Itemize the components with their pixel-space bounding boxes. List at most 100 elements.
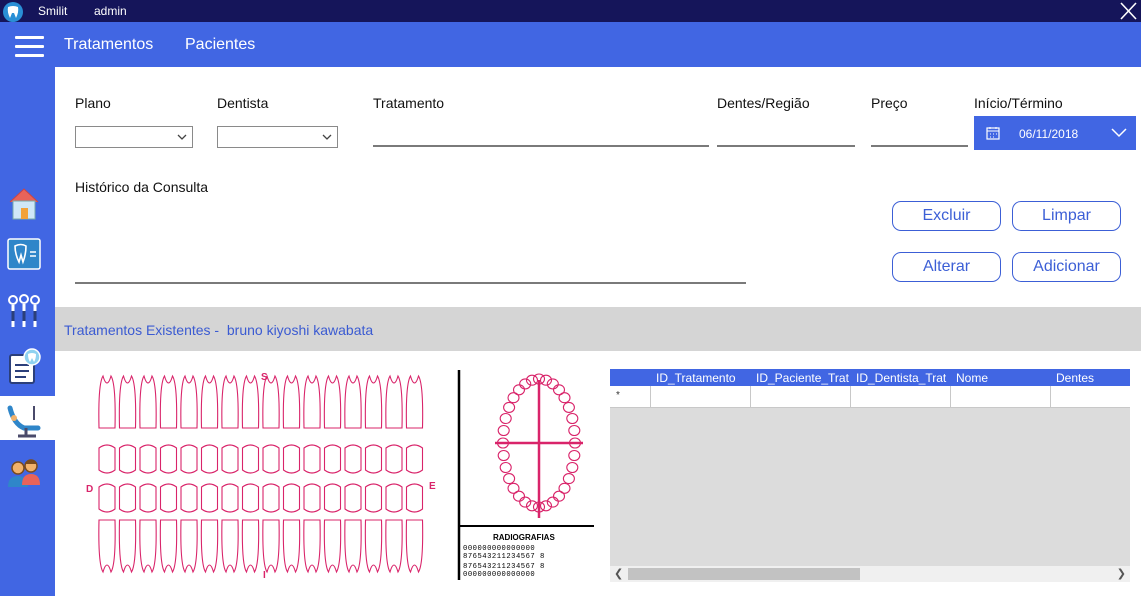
odontogram-chart[interactable]: S I D E	[64, 368, 436, 582]
dentes-regiao-input[interactable]	[717, 123, 855, 147]
plano-select[interactable]	[75, 126, 193, 148]
tooth-outline[interactable]	[139, 374, 157, 429]
tooth-outline[interactable]	[385, 483, 403, 513]
tooth-outline[interactable]	[282, 483, 301, 513]
tooth-outline[interactable]	[323, 374, 342, 429]
scrollbar-thumb[interactable]	[628, 568, 860, 580]
arch-tooth[interactable]	[497, 424, 510, 437]
arch-tooth[interactable]	[562, 401, 575, 413]
column-header-id-paciente[interactable]: ID_Paciente_Trat	[756, 371, 852, 385]
tooth-outline[interactable]	[303, 374, 321, 429]
tooth-outline[interactable]	[241, 483, 260, 513]
tooth-outline[interactable]	[344, 483, 362, 513]
table-cell[interactable]	[650, 386, 750, 408]
tooth-outline[interactable]	[262, 519, 280, 574]
tooth-outline[interactable]	[344, 374, 362, 429]
horizontal-scrollbar[interactable]: ❮ ❯	[610, 566, 1130, 582]
sidebar-item-records[interactable]	[0, 345, 55, 389]
alterar-button[interactable]: Alterar	[892, 252, 1001, 282]
arch-tooth[interactable]	[497, 449, 510, 462]
arch-tooth[interactable]	[568, 424, 581, 437]
tooth-outline[interactable]	[364, 519, 383, 574]
scroll-right-icon[interactable]: ❯	[1117, 567, 1126, 580]
tooth-outline[interactable]	[159, 519, 178, 574]
tooth-outline[interactable]	[221, 483, 239, 513]
arch-tooth[interactable]	[568, 449, 581, 462]
tooth-outline[interactable]	[180, 374, 198, 429]
table-cell[interactable]	[950, 386, 1050, 408]
tooth-outline[interactable]	[200, 483, 219, 513]
tooth-outline[interactable]	[118, 519, 137, 574]
tooth-outline[interactable]	[303, 444, 321, 474]
tooth-outline[interactable]	[241, 374, 260, 429]
tooth-outline[interactable]	[262, 483, 280, 513]
sidebar-item-home[interactable]	[0, 182, 55, 226]
arch-tooth[interactable]	[503, 401, 516, 413]
tooth-outline[interactable]	[364, 483, 383, 513]
tooth-outline[interactable]	[139, 483, 157, 513]
dental-arch-diagram[interactable]: RADIOGRAFIAS 000000000000000 87654321123…	[457, 368, 597, 582]
table-cell[interactable]	[750, 386, 850, 408]
table-cell[interactable]	[850, 386, 950, 408]
adicionar-button[interactable]: Adicionar	[1012, 252, 1121, 282]
tooth-outline[interactable]	[323, 444, 342, 474]
tooth-outline[interactable]	[385, 444, 403, 474]
tooth-outline[interactable]	[344, 444, 362, 474]
tooth-outline[interactable]	[241, 519, 260, 574]
tooth-outline[interactable]	[405, 374, 424, 429]
tooth-outline[interactable]	[323, 483, 342, 513]
tooth-outline[interactable]	[344, 519, 362, 574]
arch-tooth[interactable]	[499, 461, 512, 474]
scroll-left-icon[interactable]: ❮	[614, 567, 623, 580]
limpar-button[interactable]: Limpar	[1012, 201, 1121, 231]
tooth-outline[interactable]	[180, 483, 198, 513]
tooth-outline[interactable]	[405, 519, 424, 574]
tooth-outline[interactable]	[118, 483, 137, 513]
tooth-outline[interactable]	[405, 483, 424, 513]
arch-tooth[interactable]	[562, 473, 575, 485]
nav-tratamentos[interactable]: Tratamentos	[64, 36, 153, 54]
tooth-outline[interactable]	[118, 374, 137, 429]
tooth-outline[interactable]	[159, 444, 178, 474]
tooth-outline[interactable]	[200, 374, 219, 429]
tooth-outline[interactable]	[241, 444, 260, 474]
tooth-outline[interactable]	[303, 519, 321, 574]
tooth-outline[interactable]	[139, 444, 157, 474]
tooth-outline[interactable]	[118, 444, 137, 474]
arch-tooth[interactable]	[558, 392, 571, 404]
nav-pacientes[interactable]: Pacientes	[185, 36, 255, 54]
sidebar-item-xray[interactable]	[0, 232, 55, 276]
table-row-new[interactable]: *	[610, 386, 1130, 408]
arch-tooth[interactable]	[566, 461, 579, 474]
arch-tooth[interactable]	[512, 384, 526, 396]
tooth-outline[interactable]	[282, 374, 301, 429]
sidebar-item-patients[interactable]	[0, 451, 55, 495]
tooth-outline[interactable]	[323, 519, 342, 574]
date-picker[interactable]: 06/11/2018	[974, 116, 1136, 150]
arch-tooth[interactable]	[499, 412, 512, 425]
hamburger-menu-icon[interactable]	[15, 36, 44, 58]
tooth-outline[interactable]	[180, 519, 198, 574]
arch-tooth[interactable]	[507, 482, 520, 494]
tooth-outline[interactable]	[364, 444, 383, 474]
preco-input[interactable]	[871, 123, 968, 147]
tooth-outline[interactable]	[98, 374, 116, 429]
tooth-outline[interactable]	[221, 444, 239, 474]
tooth-outline[interactable]	[98, 483, 116, 513]
dentista-select[interactable]	[217, 126, 338, 148]
treatments-grid[interactable]: ID_Tratamento ID_Paciente_Trat ID_Dentis…	[610, 369, 1130, 582]
tooth-outline[interactable]	[98, 444, 116, 474]
column-header-nome[interactable]: Nome	[956, 371, 1052, 385]
tooth-outline[interactable]	[159, 483, 178, 513]
historico-input[interactable]	[75, 260, 746, 284]
tooth-outline[interactable]	[262, 374, 280, 429]
tooth-outline[interactable]	[159, 374, 178, 429]
column-header-dentes[interactable]: Dentes	[1056, 371, 1126, 385]
tooth-outline[interactable]	[385, 519, 403, 574]
table-cell[interactable]	[1050, 386, 1130, 408]
arch-tooth[interactable]	[552, 490, 566, 502]
tooth-outline[interactable]	[262, 444, 280, 474]
close-icon[interactable]	[1117, 0, 1139, 22]
sidebar-item-treatment[interactable]	[0, 396, 55, 440]
tooth-outline[interactable]	[303, 483, 321, 513]
